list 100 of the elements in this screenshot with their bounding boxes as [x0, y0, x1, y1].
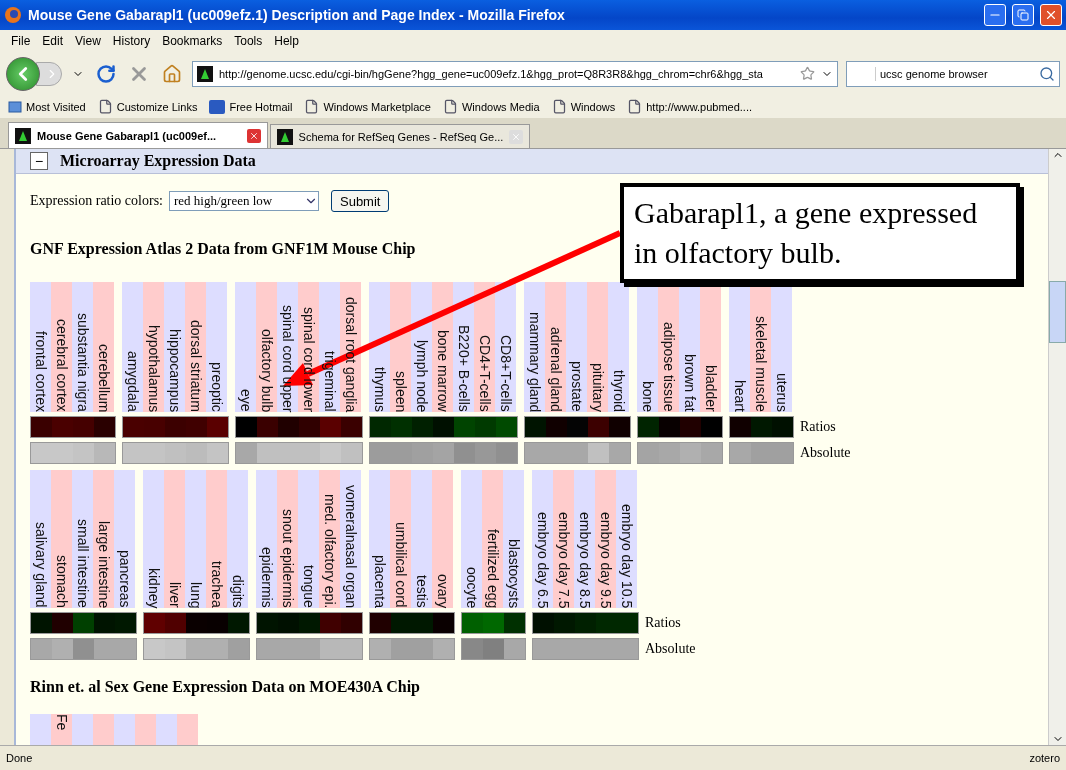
restore-icon: [1017, 9, 1029, 21]
tissue-label: tongue: [301, 565, 317, 608]
tissue-label: mammary gland: [527, 311, 543, 412]
browser-tab[interactable]: Mouse Gene Gabarapl1 (uc009ef...: [8, 122, 268, 148]
tissue-label: spinal cord upper: [280, 304, 296, 412]
zotero-label[interactable]: zotero: [1029, 752, 1060, 764]
tissue-label: substantia nigra: [75, 313, 91, 412]
tissue-label: oocyte: [464, 566, 480, 608]
row-label: Ratios: [645, 614, 682, 632]
star-icon[interactable]: [800, 66, 815, 81]
tissue-label: lung: [188, 581, 204, 608]
scrollbar-thumb[interactable]: [1049, 281, 1066, 343]
menu-item[interactable]: File: [6, 34, 36, 48]
bookmark-link[interactable]: http://www.pubmed....: [627, 99, 753, 114]
color-label: Expression ratio colors:: [30, 193, 163, 209]
color-select[interactable]: red high/green low: [169, 191, 319, 211]
bookmark-link[interactable]: Free Hotmail: [209, 99, 293, 114]
menu-item[interactable]: History: [107, 34, 156, 48]
tab-close-icon[interactable]: [247, 128, 261, 143]
tissue-label: embryo day 7.5: [556, 511, 572, 608]
tissue-label: trachea: [209, 561, 225, 608]
tissue-label: amygdala: [125, 351, 141, 412]
tissue-label: embryo day 6.5: [535, 511, 551, 608]
bookmark-link[interactable]: Customize Links: [97, 99, 198, 114]
column-header: [135, 714, 156, 745]
tissue-label: blastocysts: [506, 538, 522, 608]
tissue-label: brown fat: [682, 354, 698, 412]
favicon-icon: [15, 127, 31, 144]
menu-item[interactable]: Bookmarks: [157, 34, 228, 48]
favicon-icon: [277, 128, 293, 145]
tissue-label: CD8+T-cells: [498, 335, 514, 412]
tissue-label: vomeralnasal organ: [343, 485, 359, 608]
tissue-label: bone marrow: [435, 330, 451, 412]
row-label: Absolute: [800, 444, 851, 462]
menu-item[interactable]: Tools: [229, 34, 268, 48]
column-header: [177, 714, 198, 745]
tissue-label: cerebral cortex: [54, 319, 70, 412]
page-icon: [304, 99, 320, 114]
tissue-label: lymph node: [414, 339, 430, 412]
column-header: [93, 714, 114, 745]
tissue-label: ovary: [435, 573, 451, 608]
tissue-label: embryo day 9.5: [598, 511, 614, 608]
tissue-label: spinal cord lower: [301, 306, 317, 412]
bookmark-link[interactable]: Most Visited: [8, 99, 86, 114]
address-field[interactable]: http://genome.ucsc.edu/cgi-bin/hgGene?hgg_gene=uc009efz.1&hgg_prot=Q8R3R8&hgg_chrom=chr6&hgg_sta: [192, 60, 838, 87]
reload-icon: [96, 63, 116, 84]
search-field[interactable]: ucsc genome browser: [846, 60, 1060, 87]
collapse-button[interactable]: −: [30, 152, 48, 170]
tissue-label: small intestine: [75, 519, 91, 608]
restore-button[interactable]: [1012, 4, 1034, 26]
tissue-label: heart: [732, 380, 748, 412]
menu-item[interactable]: View: [70, 34, 106, 48]
tissue-label: kidney: [146, 567, 162, 608]
tissue-label: dorsal root ganglia: [343, 296, 359, 412]
forward-button[interactable]: [36, 61, 62, 86]
tissue-label: embryo day 8.5: [577, 511, 593, 608]
scrollbar[interactable]: [1048, 149, 1066, 745]
hotmail-icon: [209, 99, 226, 114]
rinn-title: Rinn et. al Sex Gene Expression Data on MOE430A Chip: [30, 678, 420, 696]
browser-tab[interactable]: Schema for RefSeq Genes - RefSeq Ge...: [270, 124, 530, 148]
column-header: [114, 714, 135, 745]
back-button[interactable]: [6, 56, 40, 91]
section-title: Microarray Expression Data: [60, 152, 256, 170]
tissue-label: placenta: [372, 555, 388, 608]
bookmark-link[interactable]: Windows Media: [443, 99, 540, 114]
tissue-label: med. olfactory epi.: [322, 493, 338, 608]
tissue-label: preoptic: [209, 362, 225, 412]
tissue-label: snout epidermis: [280, 509, 296, 608]
tissue-label: Fe: [54, 714, 70, 731]
page-icon: [627, 99, 643, 114]
bookmark-link[interactable]: Windows: [551, 99, 616, 114]
row-label: Absolute: [645, 640, 696, 658]
tissue-label: digits: [230, 575, 246, 608]
close-button[interactable]: [1040, 4, 1062, 26]
tissue-label: stomach: [54, 555, 70, 608]
tissue-label: thymus: [372, 366, 388, 412]
tissue-label: eye: [238, 389, 254, 412]
favicon-icon: [197, 65, 213, 82]
tissue-label: salivary gland: [33, 522, 49, 608]
submit-button[interactable]: Submit: [331, 190, 390, 212]
tissue-label: hypothalamus: [146, 324, 162, 412]
menu-item[interactable]: Help: [269, 34, 304, 48]
close-icon: [1044, 8, 1058, 22]
tissue-label: embryo day 10.5: [619, 503, 635, 608]
minimize-button[interactable]: [984, 4, 1006, 26]
tissue-label: hippocampus: [167, 328, 183, 412]
atlas-title: GNF Expression Atlas 2 Data from GNF1M Mouse Chip: [30, 240, 416, 258]
tissue-label: dorsal striatum: [188, 320, 204, 412]
bookmark-link[interactable]: Windows Marketplace: [304, 99, 431, 114]
menu-item[interactable]: Edit: [37, 34, 69, 48]
tissue-label: cerebellum: [96, 343, 112, 412]
search-icon[interactable]: [1039, 65, 1055, 82]
tissue-label: bone: [640, 380, 656, 412]
column-header: [30, 714, 51, 745]
firefox-logo-icon: [4, 6, 22, 24]
tissue-label: adipose tissue: [661, 322, 677, 412]
tissue-label: umbilical cord: [393, 522, 409, 608]
tissue-label: spleen: [393, 370, 409, 412]
tissue-label: large intestine: [96, 520, 112, 608]
tissue-label: frontal cortex: [33, 331, 49, 412]
